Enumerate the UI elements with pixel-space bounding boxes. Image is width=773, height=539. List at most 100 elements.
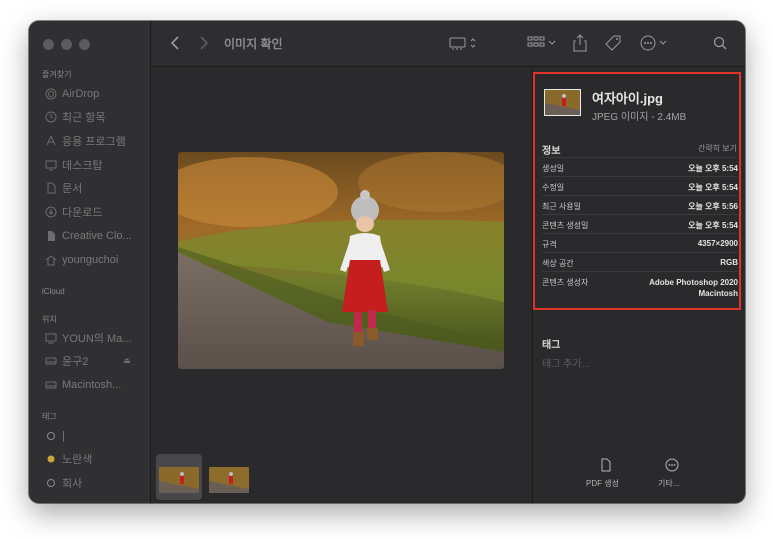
info-row-last-opened: 최근 사용일 오늘 오후 5:56 xyxy=(542,195,738,214)
search-icon xyxy=(713,36,727,50)
info-key: 색상 공간 xyxy=(542,259,574,268)
sidebar-item-label: 윤구2 xyxy=(62,356,89,368)
info-row-created: 생성일 오늘 오후 5:54 xyxy=(542,157,738,176)
sidebar-item-label: AirDrop xyxy=(62,88,100,100)
chevron-left-icon xyxy=(170,36,179,50)
info-value: 오늘 오후 5:56 xyxy=(688,202,738,211)
sidebar-tag-company[interactable]: 회사 xyxy=(44,474,82,492)
sidebar-item-documents[interactable]: 문서 xyxy=(44,179,82,197)
back-button[interactable] xyxy=(166,33,184,53)
info-key: 규격 xyxy=(542,240,557,249)
info-value: 4357×2900 xyxy=(697,239,738,248)
sidebar-item-applications[interactable]: 응용 프로그램 xyxy=(44,132,126,150)
gallery-view-icon xyxy=(449,37,476,50)
share-button[interactable] xyxy=(572,33,588,53)
show-less-link[interactable]: 간략히 보기 xyxy=(698,143,737,154)
airdrop-icon xyxy=(44,88,57,101)
tags-heading: 태그 xyxy=(542,340,561,351)
info-value: RGB xyxy=(720,258,738,267)
sidebar-item-label: 응용 프로그램 xyxy=(62,136,126,148)
sidebar-item-label: 노란색 xyxy=(62,454,93,466)
locations-heading: 위치 xyxy=(42,315,57,324)
info-value-line2: Macintosh xyxy=(698,289,738,298)
search-button[interactable] xyxy=(712,33,728,53)
info-key: 최근 사용일 xyxy=(542,202,582,211)
sidebar-item-computer[interactable]: YOUN의 Ma... xyxy=(44,329,131,347)
favorites-heading: 즐겨찾기 xyxy=(42,70,72,79)
chevron-right-icon xyxy=(199,36,208,50)
eject-icon[interactable]: ⏏ xyxy=(123,356,131,365)
toolbar: 이미지 확인 xyxy=(152,21,745,67)
close-button[interactable] xyxy=(43,39,54,50)
sidebar-item-disk-macintosh[interactable]: Macintosh... xyxy=(44,376,121,394)
tag-dot-icon xyxy=(44,477,57,490)
sidebar-item-label: 다운로드 xyxy=(62,207,103,219)
disk-icon xyxy=(44,355,57,368)
tag-dot-icon xyxy=(44,430,57,443)
share-icon xyxy=(573,34,587,52)
tags-heading: 태그 xyxy=(42,412,57,421)
sidebar-item-downloads[interactable]: 다운로드 xyxy=(44,203,102,221)
sidebar-item-label: younguchoi xyxy=(62,254,119,266)
grid-icon xyxy=(527,36,556,47)
file-thumbnail xyxy=(544,89,581,116)
sidebar-item-label: 문서 xyxy=(62,183,83,195)
clock-icon xyxy=(44,111,57,124)
file-name: 여자아이.jpg xyxy=(592,91,663,106)
home-icon xyxy=(44,254,57,267)
sidebar-tag-yellow[interactable]: 노란색 xyxy=(44,450,92,468)
info-value: 오늘 오후 5:54 xyxy=(688,221,738,230)
group-button[interactable] xyxy=(527,33,559,53)
create-pdf-icon[interactable] xyxy=(600,458,612,477)
add-tag-field[interactable]: 태그 추가... xyxy=(542,355,590,370)
sidebar-item-disk-yungu2[interactable]: 윤구2 xyxy=(44,352,88,370)
create-pdf-button[interactable]: PDF 생성 xyxy=(586,478,619,489)
sidebar-item-label: Creative Clo... xyxy=(62,230,132,242)
gallery-view xyxy=(152,68,531,503)
tag-icon xyxy=(605,35,621,51)
sidebar-item-label: | xyxy=(62,430,65,442)
more-actions-button[interactable] xyxy=(640,33,672,53)
disk-icon xyxy=(44,379,57,392)
more-icon xyxy=(640,35,667,51)
info-row-content-creator: 콘텐츠 생성자 Adobe Photoshop 2020 Macintosh xyxy=(542,271,738,303)
inspector-panel: 여자아이.jpg JPEG 이미지 - 2.4MB 정보 간략히 보기 생성일 … xyxy=(532,68,745,503)
desktop-icon xyxy=(44,159,57,172)
info-row-modified: 수정일 오늘 오후 5:54 xyxy=(542,176,738,195)
thumbnail-girl-2[interactable] xyxy=(209,467,249,493)
sidebar: 즐겨찾기 AirDrop 최근 항목 응용 프로그램 데스크탑 문서 다운로드 … xyxy=(29,21,151,503)
document-icon xyxy=(44,182,57,195)
tag-button[interactable] xyxy=(604,33,622,53)
info-key: 수정일 xyxy=(542,183,565,192)
forward-button[interactable] xyxy=(194,33,212,53)
info-value-line1: Adobe Photoshop 2020 xyxy=(649,278,738,287)
info-value: 오늘 오후 5:54 xyxy=(688,183,738,192)
sidebar-item-desktop[interactable]: 데스크탑 xyxy=(44,156,102,174)
file-kind-size: JPEG 이미지 - 2.4MB xyxy=(592,112,687,123)
sidebar-item-label: 최근 항목 xyxy=(62,112,106,124)
window-controls xyxy=(43,39,90,50)
info-key: 콘텐츠 생성일 xyxy=(542,221,589,230)
tag-dot-icon xyxy=(44,453,57,466)
zoom-button[interactable] xyxy=(79,39,90,50)
view-gallery-button[interactable] xyxy=(449,33,483,53)
more-options-icon[interactable] xyxy=(665,458,679,477)
info-row-content-created: 콘텐츠 생성일 오늘 오후 5:54 xyxy=(542,214,738,233)
filmstrip xyxy=(152,448,531,503)
thumbnail-girl-1[interactable] xyxy=(159,467,199,493)
sidebar-item-creative-cloud[interactable]: Creative Clo... xyxy=(44,227,132,245)
info-value: 오늘 오후 5:54 xyxy=(688,164,738,173)
finder-window: 즐겨찾기 AirDrop 최근 항목 응용 프로그램 데스크탑 문서 다운로드 … xyxy=(29,21,745,503)
preview-image[interactable] xyxy=(178,152,504,369)
sidebar-item-recents[interactable]: 최근 항목 xyxy=(44,108,106,126)
applications-icon xyxy=(44,135,57,148)
sidebar-item-airdrop[interactable]: AirDrop xyxy=(44,85,99,103)
sidebar-tag-1[interactable]: | xyxy=(44,427,65,445)
sidebar-item-label: 데스크탑 xyxy=(62,160,103,172)
sidebar-item-label: YOUN의 Ma... xyxy=(62,333,132,345)
sidebar-item-home[interactable]: younguchoi xyxy=(44,251,118,269)
info-value: Adobe Photoshop 2020 Macintosh xyxy=(649,277,738,299)
more-options-button[interactable]: 기타... xyxy=(658,478,679,489)
file-icon xyxy=(44,230,57,243)
minimize-button[interactable] xyxy=(61,39,72,50)
